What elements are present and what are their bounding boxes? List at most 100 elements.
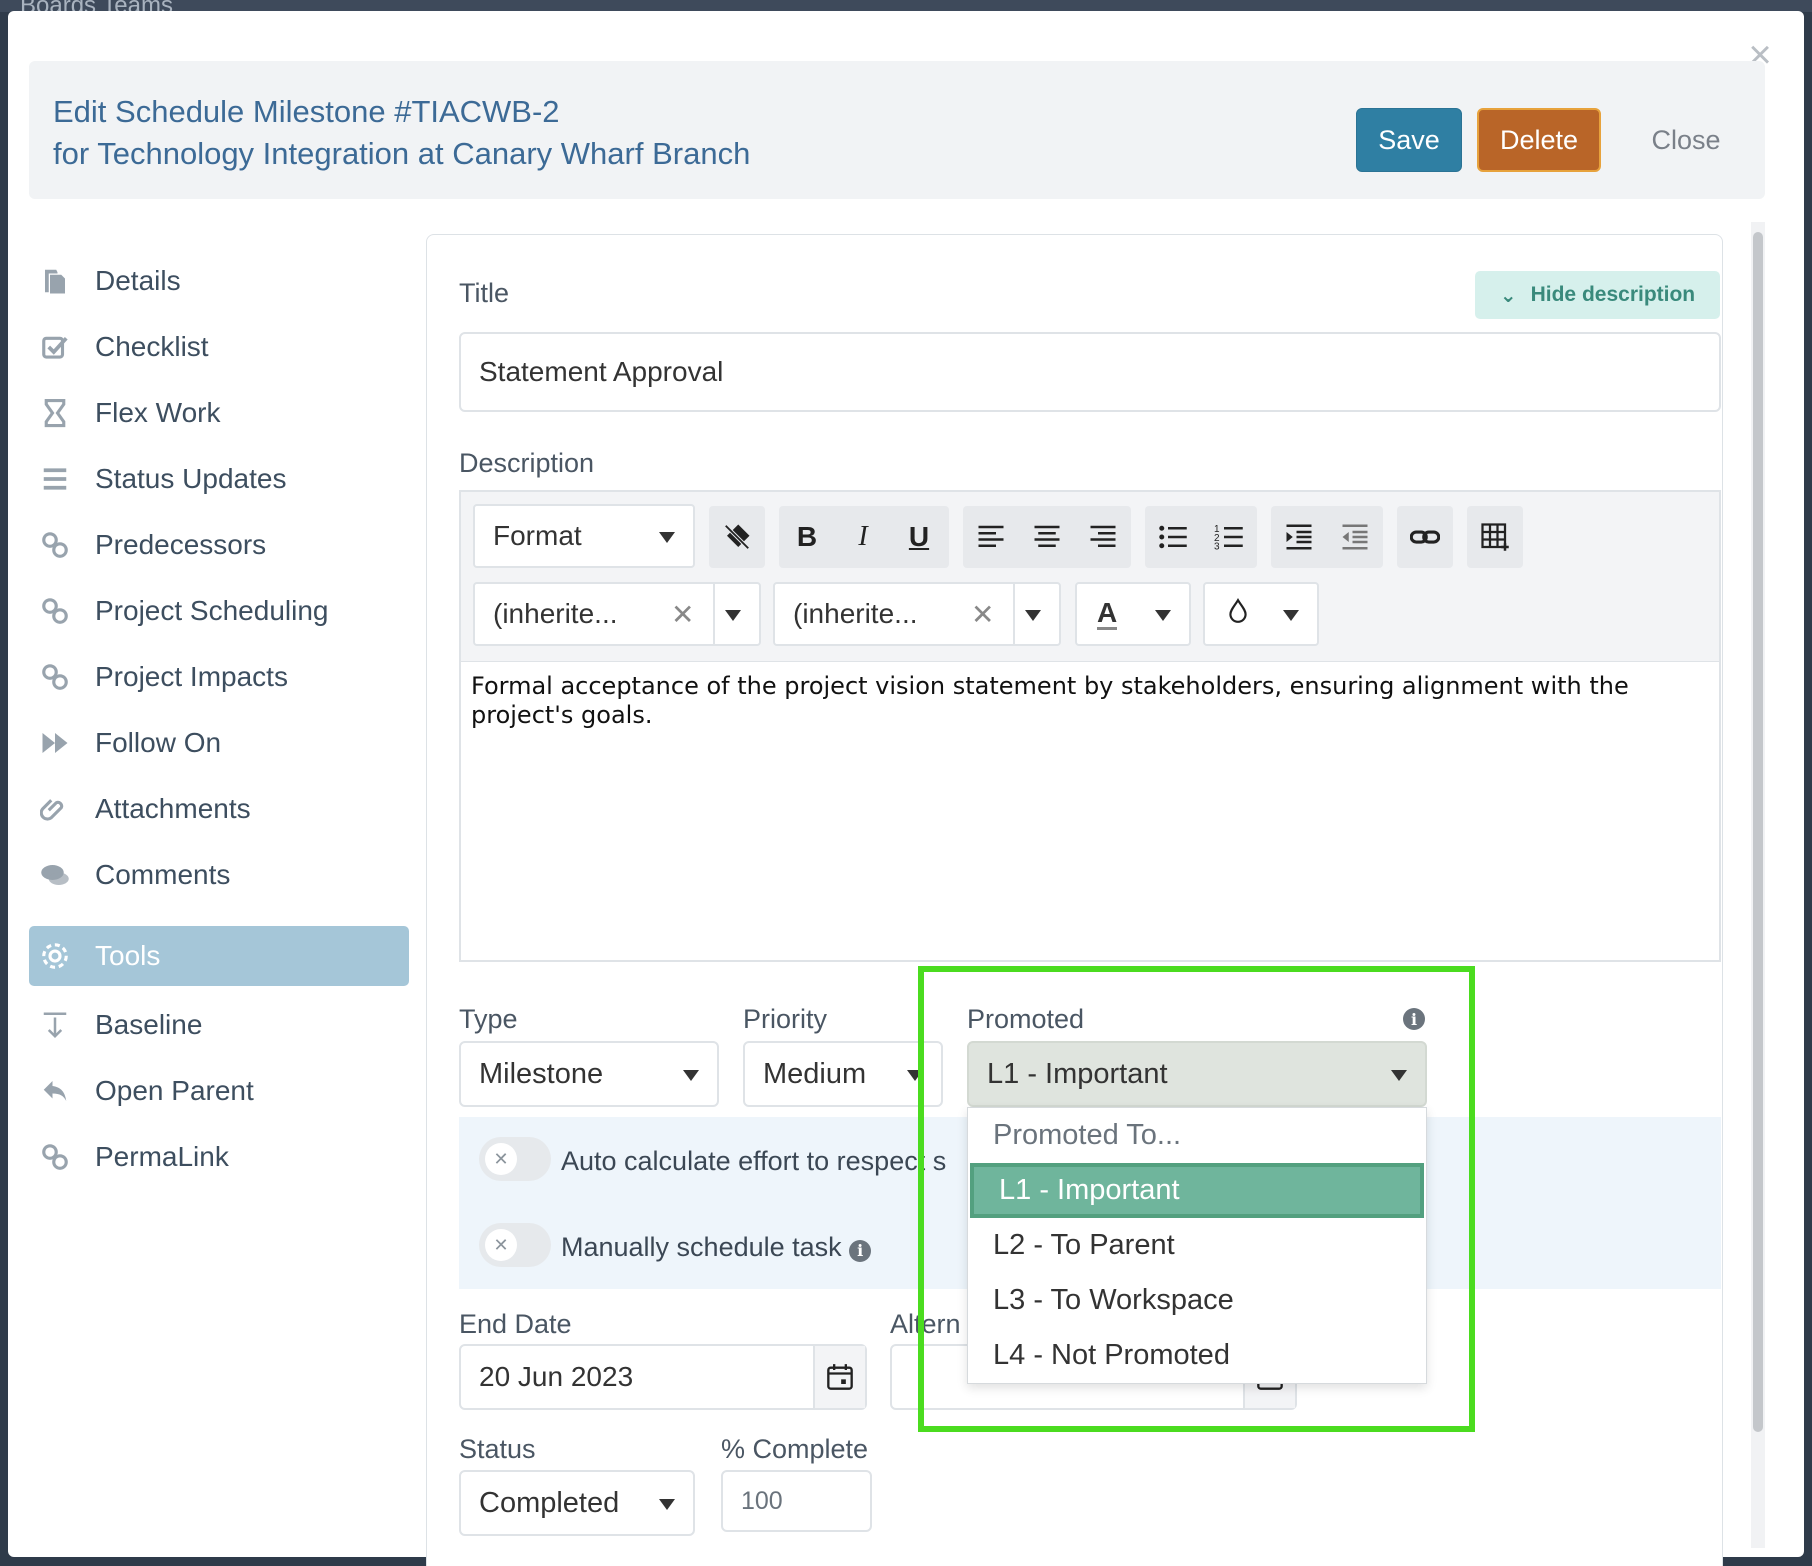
sidebar-item-follow-on[interactable]: Follow On (29, 710, 409, 776)
description-editor: Format B I U 123 (inherite... ✕ (inherit… (459, 490, 1721, 962)
sidebar-item-checklist[interactable]: Checklist (29, 314, 409, 380)
end-date-value: 20 Jun 2023 (479, 1361, 634, 1392)
modal-header: Edit Schedule Milestone #TIACWB-2 for Te… (29, 61, 1765, 199)
chevron-down-icon[interactable] (725, 610, 741, 621)
link-icon (39, 1141, 71, 1173)
font-size-select[interactable]: (inherite... ✕ (773, 582, 1061, 646)
link-icon (39, 661, 71, 693)
align-right-icon[interactable] (1075, 506, 1131, 568)
hide-description-label: Hide description (1530, 283, 1696, 306)
modal-title-line2: for Technology Integration at Canary Wha… (53, 136, 751, 171)
editor-toolbar: Format B I U 123 (inherite... ✕ (inherit… (461, 492, 1719, 662)
clear-icon[interactable]: ✕ (971, 598, 994, 631)
chevron-down-icon (1391, 1070, 1407, 1081)
sidebar-item-label: Project Impacts (95, 661, 288, 692)
link-icon (39, 595, 71, 627)
chevron-down-icon (659, 532, 675, 543)
sidebar-item-label: Attachments (95, 793, 251, 824)
percent-complete-input[interactable]: 100 (721, 1470, 872, 1532)
priority-label: Priority (743, 1004, 828, 1034)
priority-value: Medium (763, 1057, 867, 1090)
modal-title-line1: Edit Schedule Milestone #TIACWB-2 (53, 94, 560, 129)
close-button[interactable]: Close (1621, 108, 1751, 172)
promoted-select[interactable]: L1 - Important (967, 1041, 1427, 1107)
info-icon[interactable]: i (1403, 1008, 1425, 1030)
auto-calculate-toggle[interactable]: ✕ (479, 1137, 551, 1181)
delete-button[interactable]: Delete (1477, 108, 1601, 172)
sidebar-item-label: Baseline (95, 1009, 203, 1040)
sidebar-item-details[interactable]: Details (29, 248, 409, 314)
gear-icon (39, 940, 71, 972)
sidebar-item-label: Checklist (95, 331, 209, 362)
format-dropdown[interactable]: Format (473, 504, 695, 568)
modal-title: Edit Schedule Milestone #TIACWB-2 for Te… (53, 91, 750, 175)
font-family-value: (inherite... (493, 598, 618, 629)
svg-text:3: 3 (1214, 542, 1220, 553)
x-icon: ✕ (485, 1229, 517, 1261)
calendar-icon[interactable] (813, 1346, 865, 1408)
sidebar-item-permalink[interactable]: PermaLink (29, 1124, 409, 1190)
manual-schedule-toggle[interactable]: ✕ (479, 1223, 551, 1267)
bullet-list-icon[interactable] (1145, 506, 1201, 568)
sidebar-item-label: Tools (95, 940, 161, 971)
sidebar-item-label: Project Scheduling (95, 595, 329, 626)
numbered-list-icon[interactable]: 123 (1201, 506, 1257, 568)
promoted-option-placeholder[interactable]: Promoted To... (968, 1108, 1426, 1163)
outdent-icon[interactable] (1327, 506, 1383, 568)
background-color-button[interactable] (1203, 582, 1319, 646)
reply-icon (39, 1075, 71, 1107)
promoted-option-l4[interactable]: L4 - Not Promoted (968, 1328, 1426, 1383)
insert-table-icon[interactable] (1467, 506, 1523, 568)
promoted-option-l1[interactable]: L1 - Important (970, 1163, 1424, 1218)
align-center-icon[interactable] (1019, 506, 1075, 568)
text-color-icon: A (1097, 596, 1118, 630)
sidebar-item-label: Flex Work (95, 397, 221, 428)
comments-icon (39, 859, 71, 891)
end-date-input[interactable]: 20 Jun 2023 (459, 1344, 867, 1410)
hourglass-icon (39, 397, 71, 429)
description-text[interactable]: Formal acceptance of the project vision … (471, 672, 1701, 730)
chevron-down-icon (1283, 610, 1299, 621)
sidebar-item-baseline[interactable]: Baseline (29, 992, 409, 1058)
promoted-option-l2[interactable]: L2 - To Parent (968, 1218, 1426, 1273)
sidebar-item-project-scheduling[interactable]: Project Scheduling (29, 578, 409, 644)
status-select[interactable]: Completed (459, 1470, 695, 1536)
type-select[interactable]: Milestone (459, 1041, 719, 1107)
info-icon[interactable]: i (849, 1239, 872, 1262)
sidebar-item-open-parent[interactable]: Open Parent (29, 1058, 409, 1124)
status-label: Status (459, 1434, 536, 1464)
format-label: Format (493, 520, 582, 551)
hide-description-button[interactable]: ⌄ Hide description (1475, 271, 1720, 319)
sidebar-item-comments[interactable]: Comments (29, 842, 409, 908)
save-button[interactable]: Save (1356, 108, 1462, 172)
sidebar-item-status-updates[interactable]: Status Updates (29, 446, 409, 512)
title-input[interactable]: Statement Approval (459, 332, 1721, 412)
sidebar-item-predecessors[interactable]: Predecessors (29, 512, 409, 578)
link-icon (39, 529, 71, 561)
priority-select[interactable]: Medium (743, 1041, 943, 1107)
promoted-option-l3[interactable]: L3 - To Workspace (968, 1273, 1426, 1328)
text-color-button[interactable]: A (1075, 582, 1191, 646)
sidebar-item-project-impacts[interactable]: Project Impacts (29, 644, 409, 710)
font-family-select[interactable]: (inherite... ✕ (473, 582, 761, 646)
chevron-down-icon[interactable] (1025, 610, 1041, 621)
auto-calculate-label: Auto calculate effort to respect s (561, 1146, 947, 1176)
link-icon[interactable] (1397, 506, 1453, 568)
paperclip-icon (39, 793, 71, 825)
sidebar-item-tools[interactable]: Tools (29, 926, 409, 986)
sidebar-item-label: Follow On (95, 727, 222, 758)
sidebar-item-flex-work[interactable]: Flex Work (29, 380, 409, 446)
underline-icon[interactable]: U (891, 506, 947, 568)
sidebar-item-label: Status Updates (95, 463, 287, 494)
scrollbar-thumb[interactable] (1753, 232, 1763, 1432)
clear-format-icon[interactable] (709, 506, 765, 568)
align-left-icon[interactable] (963, 506, 1019, 568)
italic-icon[interactable]: I (835, 506, 891, 568)
bold-icon[interactable]: B (779, 506, 835, 568)
indent-icon[interactable] (1271, 506, 1327, 568)
x-icon: ✕ (485, 1143, 517, 1175)
clear-icon[interactable]: ✕ (671, 598, 694, 631)
checkbox-icon (39, 331, 71, 363)
sidebar-item-attachments[interactable]: Attachments (29, 776, 409, 842)
font-size-value: (inherite... (793, 598, 918, 629)
